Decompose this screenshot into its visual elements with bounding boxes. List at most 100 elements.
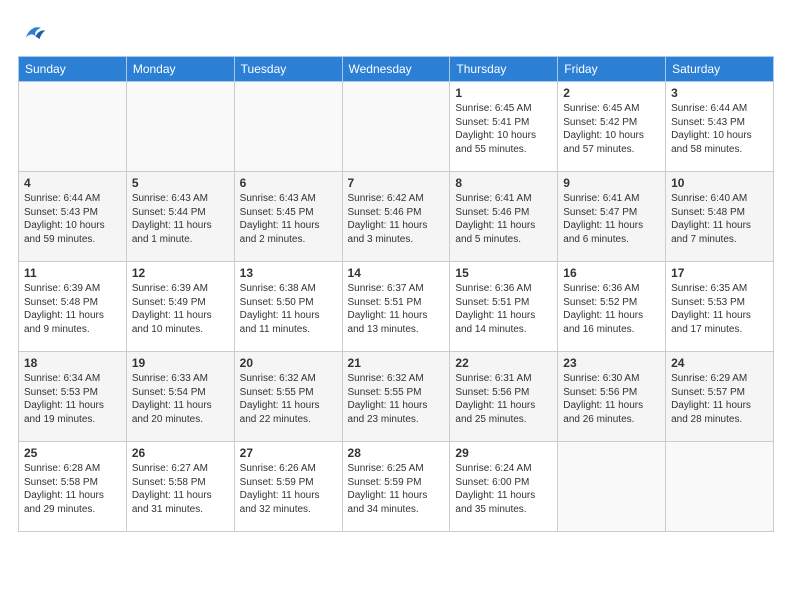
calendar-cell [342, 82, 450, 172]
day-info: Sunrise: 6:35 AM Sunset: 5:53 PM Dayligh… [671, 283, 751, 335]
calendar-cell: 10 Sunrise: 6:40 AM Sunset: 5:48 PM Dayli… [666, 172, 774, 262]
day-number: 28 [348, 446, 445, 460]
day-info: Sunrise: 6:37 AM Sunset: 5:51 PM Dayligh… [348, 283, 428, 335]
calendar-week-row: 4 Sunrise: 6:44 AM Sunset: 5:43 PM Daylig… [19, 172, 774, 262]
calendar-cell: 23 Sunrise: 6:30 AM Sunset: 5:56 PM Dayli… [558, 352, 666, 442]
day-info: Sunrise: 6:42 AM Sunset: 5:46 PM Dayligh… [348, 193, 428, 245]
calendar-cell: 8 Sunrise: 6:41 AM Sunset: 5:46 PM Daylig… [450, 172, 558, 262]
day-number: 9 [563, 176, 660, 190]
calendar-cell: 7 Sunrise: 6:42 AM Sunset: 5:46 PM Daylig… [342, 172, 450, 262]
calendar-cell: 29 Sunrise: 6:24 AM Sunset: 6:00 PM Dayli… [450, 442, 558, 532]
day-number: 4 [24, 176, 121, 190]
logo [18, 18, 48, 46]
day-number: 17 [671, 266, 768, 280]
day-number: 27 [240, 446, 337, 460]
day-number: 14 [348, 266, 445, 280]
day-info: Sunrise: 6:24 AM Sunset: 6:00 PM Dayligh… [455, 463, 535, 515]
day-info: Sunrise: 6:36 AM Sunset: 5:52 PM Dayligh… [563, 283, 643, 335]
day-info: Sunrise: 6:25 AM Sunset: 5:59 PM Dayligh… [348, 463, 428, 515]
day-info: Sunrise: 6:41 AM Sunset: 5:46 PM Dayligh… [455, 193, 535, 245]
day-number: 19 [132, 356, 229, 370]
day-number: 5 [132, 176, 229, 190]
day-info: Sunrise: 6:36 AM Sunset: 5:51 PM Dayligh… [455, 283, 535, 335]
calendar-cell: 20Sunrise: 6:32 AM Sunset: 5:55 PM Dayli… [234, 352, 342, 442]
calendar-day-header: Tuesday [234, 57, 342, 82]
calendar-cell: 24 Sunrise: 6:29 AM Sunset: 5:57 PM Dayli… [666, 352, 774, 442]
calendar-cell: 26 Sunrise: 6:27 AM Sunset: 5:58 PM Dayli… [126, 442, 234, 532]
calendar-cell: 3 Sunrise: 6:44 AM Sunset: 5:43 PM Daylig… [666, 82, 774, 172]
day-info: Sunrise: 6:45 AM Sunset: 5:42 PM Dayligh… [563, 103, 644, 155]
calendar-cell [19, 82, 127, 172]
day-number: 3 [671, 86, 768, 100]
day-number: 6 [240, 176, 337, 190]
day-info: Sunrise: 6:44 AM Sunset: 5:43 PM Dayligh… [671, 103, 752, 155]
day-number: 15 [455, 266, 552, 280]
calendar-cell: 11 Sunrise: 6:39 AM Sunset: 5:48 PM Dayli… [19, 262, 127, 352]
day-info: Sunrise: 6:29 AM Sunset: 5:57 PM Dayligh… [671, 373, 751, 425]
day-info: Sunrise: 6:38 AM Sunset: 5:50 PM Dayligh… [240, 283, 320, 335]
day-info: Sunrise: 6:28 AM Sunset: 5:58 PM Dayligh… [24, 463, 104, 515]
calendar-week-row: 18Sunrise: 6:34 AM Sunset: 5:53 PM Dayli… [19, 352, 774, 442]
day-number: 22 [455, 356, 552, 370]
calendar-cell: 28 Sunrise: 6:25 AM Sunset: 5:59 PM Dayli… [342, 442, 450, 532]
day-info: Sunrise: 6:27 AM Sunset: 5:58 PM Dayligh… [132, 463, 212, 515]
logo-bird-icon [20, 18, 48, 46]
calendar-cell: 21Sunrise: 6:32 AM Sunset: 5:55 PM Dayli… [342, 352, 450, 442]
header [18, 18, 774, 46]
calendar-cell: 1 Sunrise: 6:45 AM Sunset: 5:41 PM Daylig… [450, 82, 558, 172]
calendar-cell: 14 Sunrise: 6:37 AM Sunset: 5:51 PM Dayli… [342, 262, 450, 352]
day-number: 2 [563, 86, 660, 100]
calendar-cell [666, 442, 774, 532]
calendar-day-header: Saturday [666, 57, 774, 82]
day-number: 24 [671, 356, 768, 370]
day-info: Sunrise: 6:45 AM Sunset: 5:41 PM Dayligh… [455, 103, 536, 155]
day-number: 1 [455, 86, 552, 100]
day-number: 23 [563, 356, 660, 370]
day-number: 20 [240, 356, 337, 370]
day-number: 8 [455, 176, 552, 190]
calendar-cell: 4 Sunrise: 6:44 AM Sunset: 5:43 PM Daylig… [19, 172, 127, 262]
calendar-week-row: 1 Sunrise: 6:45 AM Sunset: 5:41 PM Daylig… [19, 82, 774, 172]
day-number: 12 [132, 266, 229, 280]
calendar-cell [558, 442, 666, 532]
calendar-cell: 15 Sunrise: 6:36 AM Sunset: 5:51 PM Dayli… [450, 262, 558, 352]
day-number: 29 [455, 446, 552, 460]
page: SundayMondayTuesdayWednesdayThursdayFrid… [0, 0, 792, 612]
calendar-week-row: 11 Sunrise: 6:39 AM Sunset: 5:48 PM Dayli… [19, 262, 774, 352]
calendar-cell: 22Sunrise: 6:31 AM Sunset: 5:56 PM Dayli… [450, 352, 558, 442]
day-info: Sunrise: 6:43 AM Sunset: 5:44 PM Dayligh… [132, 193, 212, 245]
calendar-cell: 16 Sunrise: 6:36 AM Sunset: 5:52 PM Dayli… [558, 262, 666, 352]
day-info: Sunrise: 6:43 AM Sunset: 5:45 PM Dayligh… [240, 193, 320, 245]
calendar-day-header: Monday [126, 57, 234, 82]
calendar-week-row: 25 Sunrise: 6:28 AM Sunset: 5:58 PM Dayli… [19, 442, 774, 532]
day-info: Sunrise: 6:33 AM Sunset: 5:54 PM Dayligh… [132, 373, 212, 425]
day-number: 25 [24, 446, 121, 460]
day-number: 21 [348, 356, 445, 370]
calendar-day-header: Wednesday [342, 57, 450, 82]
day-info: Sunrise: 6:40 AM Sunset: 5:48 PM Dayligh… [671, 193, 751, 245]
calendar-cell: 6 Sunrise: 6:43 AM Sunset: 5:45 PM Daylig… [234, 172, 342, 262]
calendar-cell: 19 Sunrise: 6:33 AM Sunset: 5:54 PM Dayli… [126, 352, 234, 442]
calendar-cell: 2 Sunrise: 6:45 AM Sunset: 5:42 PM Daylig… [558, 82, 666, 172]
day-info: Sunrise: 6:39 AM Sunset: 5:48 PM Dayligh… [24, 283, 104, 335]
calendar-cell: 17 Sunrise: 6:35 AM Sunset: 5:53 PM Dayli… [666, 262, 774, 352]
day-info: Sunrise: 6:41 AM Sunset: 5:47 PM Dayligh… [563, 193, 643, 245]
calendar-cell: 25 Sunrise: 6:28 AM Sunset: 5:58 PM Dayli… [19, 442, 127, 532]
calendar-day-header: Sunday [19, 57, 127, 82]
calendar-day-header: Friday [558, 57, 666, 82]
calendar-cell: 18Sunrise: 6:34 AM Sunset: 5:53 PM Dayli… [19, 352, 127, 442]
calendar-cell: 12 Sunrise: 6:39 AM Sunset: 5:49 PM Dayli… [126, 262, 234, 352]
day-number: 16 [563, 266, 660, 280]
day-number: 13 [240, 266, 337, 280]
day-number: 7 [348, 176, 445, 190]
calendar-cell: 9 Sunrise: 6:41 AM Sunset: 5:47 PM Daylig… [558, 172, 666, 262]
day-info: Sunrise: 6:30 AM Sunset: 5:56 PM Dayligh… [563, 373, 643, 425]
day-number: 11 [24, 266, 121, 280]
day-number: 10 [671, 176, 768, 190]
day-info: Sunrise: 6:39 AM Sunset: 5:49 PM Dayligh… [132, 283, 212, 335]
day-info: Sunrise: 6:44 AM Sunset: 5:43 PM Dayligh… [24, 193, 105, 245]
calendar-day-header: Thursday [450, 57, 558, 82]
day-number: 26 [132, 446, 229, 460]
day-info: Sunrise: 6:26 AM Sunset: 5:59 PM Dayligh… [240, 463, 320, 515]
calendar-header-row: SundayMondayTuesdayWednesdayThursdayFrid… [19, 57, 774, 82]
